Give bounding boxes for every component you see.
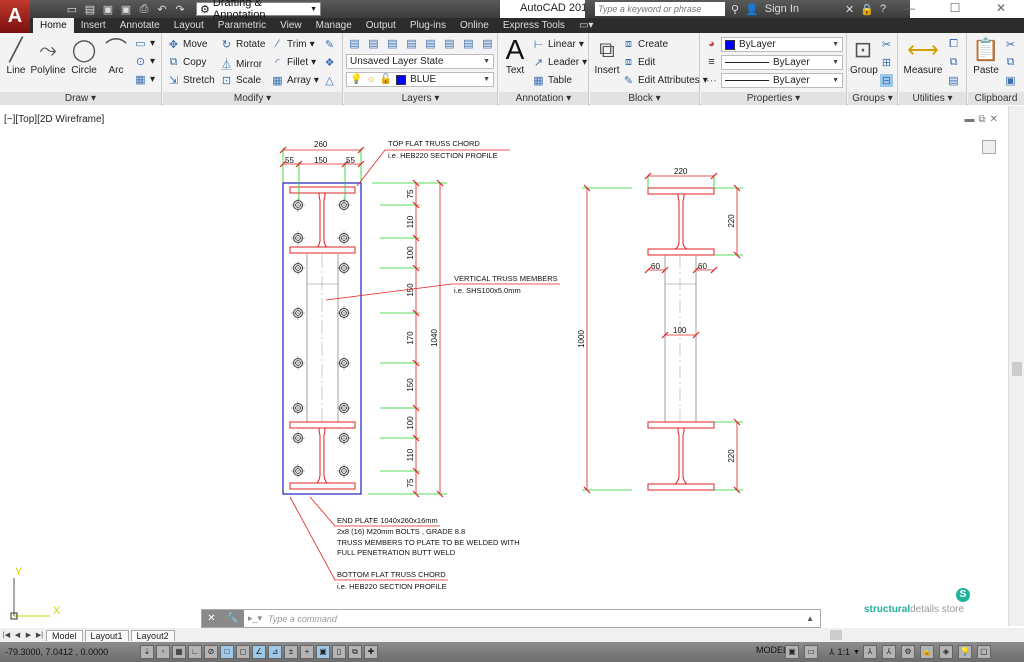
- vertical-scroll-thumb[interactable]: [1012, 362, 1022, 376]
- annotation-scale-icon: ⅄: [829, 646, 835, 657]
- ucs-y-label: Y: [15, 566, 23, 578]
- last-layout-icon[interactable]: ▶|: [35, 631, 44, 639]
- next-layout-icon[interactable]: ▶: [24, 631, 33, 639]
- vertical-truss-member: [306, 254, 339, 422]
- bottom-heb-section: [289, 421, 356, 490]
- lineweight-toggle-icon[interactable]: +: [300, 645, 314, 659]
- dim-150-bottom: 150: [406, 378, 415, 392]
- dim-55-left: 55: [285, 156, 294, 165]
- coordinates-readout[interactable]: -79.3000, 7.0412 , 0.0000: [0, 647, 140, 657]
- annotation-scale-dropdown[interactable]: 1:1: [838, 647, 851, 657]
- command-line: ✕ 🔧 ▸_▾ Type a command ▲: [201, 609, 821, 628]
- auto-scale-icon[interactable]: ⅄: [881, 645, 896, 659]
- dynamic-ucs-icon[interactable]: ⊿: [268, 645, 282, 659]
- tab-model[interactable]: Model: [46, 629, 83, 641]
- dim-75-top: 75: [406, 189, 415, 198]
- lock-ui-icon[interactable]: 🔒: [919, 645, 934, 659]
- dim-100-bottom: 100: [406, 416, 415, 430]
- dim-220-bottom-depth: 220: [727, 449, 736, 463]
- annotation-visibility-icon[interactable]: ⅄: [862, 645, 877, 659]
- ortho-mode-icon[interactable]: ∟: [188, 645, 202, 659]
- dim-260: 260: [314, 140, 328, 149]
- dim-60-left: 60: [651, 262, 660, 271]
- dim-220-top-depth: 220: [727, 214, 736, 228]
- cad-drawing: 260 55 150 55 75 110 100 150 170 150 100…: [10, 139, 743, 620]
- note-bottom-chord-1: BOTTOM FLAT TRUSS CHORD: [337, 570, 446, 579]
- brand-rest: details store: [910, 604, 965, 615]
- note-vertical-1: VERTICAL TRUSS MEMBERS: [454, 274, 558, 283]
- prev-layout-icon[interactable]: ◀: [13, 631, 22, 639]
- application-menu-button[interactable]: A: [0, 0, 30, 33]
- clean-screen-icon[interactable]: ▢: [976, 645, 991, 659]
- brand-bold: structural: [864, 604, 911, 615]
- right-dimensions: 220 220 60 60 100 1000 220: [577, 167, 743, 494]
- annotation-monitor-icon[interactable]: ✚: [364, 645, 378, 659]
- dim-1040: 1040: [430, 329, 439, 347]
- note-top-chord-1: TOP FLAT TRUSS CHORD: [388, 139, 480, 148]
- customize-wrench-icon[interactable]: 🔧: [226, 613, 238, 624]
- horizontal-scroll-thumb[interactable]: [830, 630, 842, 640]
- dim-110-bottom: 110: [406, 448, 415, 461]
- dim-110-top: 110: [406, 215, 415, 228]
- dim-60-right: 60: [698, 262, 707, 271]
- horizontal-scrollbar[interactable]: [670, 628, 1008, 642]
- tab-layout1[interactable]: Layout1: [84, 629, 129, 641]
- vertical-scrollbar[interactable]: [1008, 106, 1024, 626]
- right-shs-member: [664, 255, 697, 422]
- grid-display-icon[interactable]: ▦: [172, 645, 186, 659]
- quick-view-drawings-icon[interactable]: ▭: [804, 645, 818, 659]
- note-end-plate-1: END PLATE 1040x260x16mm: [337, 516, 438, 525]
- ucs-icon: Y X: [10, 566, 61, 620]
- object-snap-tracking-icon[interactable]: ∠: [252, 645, 266, 659]
- dim-150: 150: [314, 156, 328, 165]
- right-bottom-heb-section: [647, 421, 715, 491]
- dim-220-width: 220: [674, 167, 688, 176]
- dim-170: 170: [406, 331, 415, 345]
- snap-mode-icon[interactable]: ▫: [156, 645, 170, 659]
- object-snap-icon[interactable]: □: [220, 645, 234, 659]
- left-horizontal-dimensions: 260 55 150 55: [279, 140, 365, 200]
- quick-view-layouts-icon[interactable]: ▣: [785, 645, 799, 659]
- brand-logo-icon: S: [956, 588, 970, 602]
- dim-1000: 1000: [577, 330, 586, 348]
- first-layout-icon[interactable]: |◀: [2, 631, 11, 639]
- close-command-icon[interactable]: ✕: [207, 613, 215, 624]
- workspace-switching-icon[interactable]: ⚙: [900, 645, 915, 659]
- dim-75-bottom: 75: [406, 478, 415, 487]
- tab-layout2[interactable]: Layout2: [130, 629, 175, 641]
- right-top-heb-section: [647, 187, 715, 256]
- selection-cycling-icon[interactable]: ⧉: [348, 645, 362, 659]
- hardware-acceleration-icon[interactable]: ◈: [938, 645, 953, 659]
- model-space-toggle[interactable]: MODEL: [756, 645, 788, 655]
- note-end-plate-4: FULL PENETRATION BUTT WELD: [337, 548, 456, 557]
- left-vertical-dimensions: 75 110 100 150 170 150 100 110 75 1040: [368, 179, 447, 498]
- note-vertical-2: i.e. SHS100x5.0mm: [454, 286, 521, 295]
- ucs-x-label: X: [53, 605, 61, 617]
- note-end-plate-2: 2x8 (16) M20mm BOLTS , GRADE 8.8: [337, 527, 465, 536]
- command-line-controls: ✕ 🔧: [202, 610, 244, 627]
- bolts: [290, 197, 352, 479]
- dim-100-shs: 100: [673, 326, 687, 335]
- note-top-chord-2: i.e. HEB220 SECTION PROFILE: [388, 151, 498, 160]
- isolate-objects-icon[interactable]: 💡: [957, 645, 972, 659]
- command-input[interactable]: Type a command: [262, 614, 806, 624]
- infer-constraints-icon[interactable]: ⇣: [140, 645, 154, 659]
- polar-tracking-icon[interactable]: ⊘: [204, 645, 218, 659]
- note-end-plate-3: TRUSS MEMBERS TO PLATE TO BE WELDED WITH: [337, 538, 520, 547]
- 3d-object-snap-icon[interactable]: ◻: [236, 645, 250, 659]
- dim-100-top: 100: [406, 246, 415, 260]
- dynamic-input-icon[interactable]: ±: [284, 645, 298, 659]
- quick-properties-icon[interactable]: ▯: [332, 645, 346, 659]
- status-right-tools: ▣ ▭ ⅄ 1:1 ▼ ⅄ ⅄ ⚙ 🔒 ◈ 💡 ▢: [785, 645, 993, 659]
- transparency-icon[interactable]: ▣: [316, 645, 330, 659]
- command-prompt-icon[interactable]: ▸_▾: [248, 613, 262, 624]
- note-bottom-chord-2: i.e. HEB220 SECTION PROFILE: [337, 582, 447, 591]
- command-history-icon[interactable]: ▲: [806, 614, 814, 623]
- dim-55-right: 55: [346, 156, 355, 165]
